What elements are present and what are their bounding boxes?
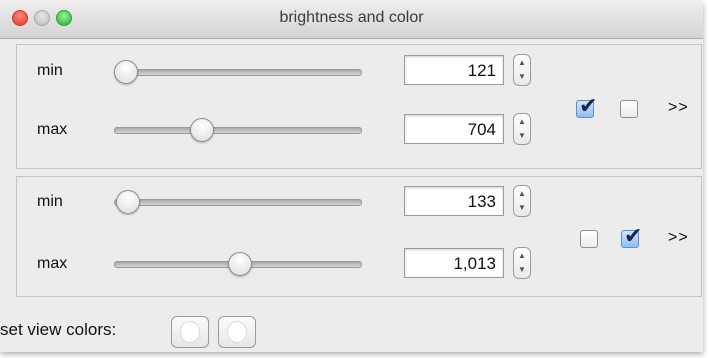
max-slider-track[interactable] <box>114 127 362 134</box>
min-slider-knob[interactable] <box>114 60 138 84</box>
brightness-color-window: brightness and color min 121 ▲ ▼ max 704… <box>0 0 703 352</box>
channel-checkbox-b[interactable] <box>620 100 638 118</box>
channel-checkbox-a[interactable]: ✔ <box>576 93 597 118</box>
max-slider-knob[interactable] <box>190 118 214 142</box>
max-value-stepper[interactable]: ▲ ▼ <box>513 247 531 279</box>
min-slider-track[interactable] <box>114 69 362 76</box>
set-view-colors-label: set view colors: <box>0 320 117 339</box>
max-label: max <box>37 255 68 272</box>
color-swatch <box>180 321 200 343</box>
window-title: brightness and color <box>279 9 424 26</box>
min-label: min <box>37 193 63 210</box>
check-icon: ✔ <box>579 93 598 118</box>
step-down-icon[interactable]: ▼ <box>514 129 530 143</box>
channel-panel-1: min 121 ▲ ▼ max 704 ▲ ▼ ✔ >> <box>16 44 702 169</box>
expand-button[interactable]: >> <box>668 229 689 247</box>
channel-checkbox-b[interactable]: ✔ <box>621 223 642 248</box>
min-value-stepper[interactable]: ▲ ▼ <box>513 54 531 86</box>
step-down-icon[interactable]: ▼ <box>514 201 530 215</box>
max-value-stepper[interactable]: ▲ ▼ <box>513 113 531 145</box>
step-down-icon[interactable]: ▼ <box>514 263 530 277</box>
color-swatch <box>227 321 247 343</box>
title-bar[interactable]: brightness and color <box>0 0 703 39</box>
step-up-icon[interactable]: ▲ <box>514 115 530 129</box>
max-value-field[interactable]: 1,013 <box>404 248 504 278</box>
min-slider-track[interactable] <box>114 199 362 206</box>
expand-button[interactable]: >> <box>668 99 689 117</box>
min-value-stepper[interactable]: ▲ ▼ <box>513 185 531 217</box>
min-slider-knob[interactable] <box>116 190 140 214</box>
step-up-icon[interactable]: ▲ <box>514 56 530 70</box>
step-up-icon[interactable]: ▲ <box>514 249 530 263</box>
step-up-icon[interactable]: ▲ <box>514 187 530 201</box>
step-down-icon[interactable]: ▼ <box>514 70 530 84</box>
view-color-button-2[interactable] <box>218 316 256 348</box>
max-value-field[interactable]: 704 <box>404 114 504 144</box>
min-label: min <box>37 62 63 79</box>
max-label: max <box>37 121 68 138</box>
check-icon: ✔ <box>624 223 643 248</box>
min-value-field[interactable]: 133 <box>404 186 504 216</box>
max-slider-knob[interactable] <box>228 252 252 276</box>
min-value-field[interactable]: 121 <box>404 55 504 85</box>
channel-checkbox-a[interactable] <box>580 230 598 248</box>
view-color-button-1[interactable] <box>171 316 209 348</box>
channel-panel-2: min 133 ▲ ▼ max 1,013 ▲ ▼ ✔ >> <box>16 176 702 297</box>
